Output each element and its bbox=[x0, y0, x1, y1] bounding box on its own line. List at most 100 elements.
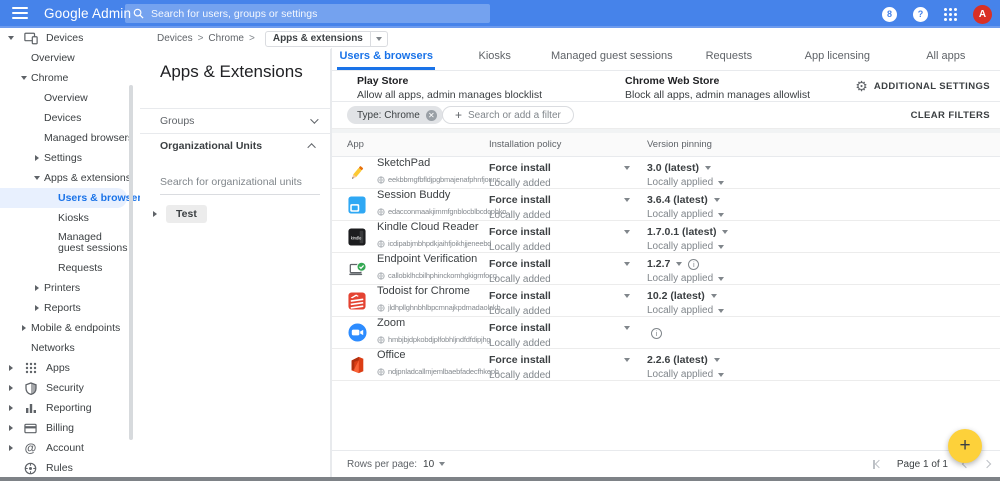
chevron-down-icon[interactable] bbox=[624, 358, 630, 362]
sidebar-item-devices[interactable]: Devices bbox=[0, 28, 140, 48]
chevron-right-icon bbox=[19, 325, 29, 331]
table-row-kindle-cloud-reader: kindleKindle Cloud Readericdipabjmbhpdkj… bbox=[332, 221, 1000, 253]
topbar: Google Admin 8 ? A bbox=[0, 0, 1000, 28]
sidebar-item-managed-browsers[interactable]: Managed browsers bbox=[0, 128, 140, 148]
sidebar-item-rules[interactable]: Rules bbox=[0, 458, 140, 477]
chevron-down-icon[interactable] bbox=[718, 213, 724, 217]
sidebar-item-billing[interactable]: Billing bbox=[0, 418, 140, 438]
admin-search[interactable] bbox=[125, 4, 490, 23]
info-icon[interactable]: i bbox=[651, 328, 662, 339]
version-value[interactable]: 3.6.4 (latest) bbox=[647, 194, 708, 206]
org-unit-search[interactable] bbox=[160, 172, 320, 195]
org-units-label: Organizational Units bbox=[160, 140, 262, 152]
chevron-down-icon[interactable] bbox=[718, 181, 724, 185]
info-icon[interactable]: i bbox=[688, 259, 699, 270]
chevron-down-icon[interactable] bbox=[624, 326, 630, 330]
app-launcher-icon[interactable] bbox=[944, 8, 957, 21]
app-cell: Endpoint Verificationcallobklhcbilhphinc… bbox=[347, 253, 489, 284]
rows-per-page-select[interactable]: 10 bbox=[423, 459, 445, 470]
sidebar-item-overview[interactable]: Overview bbox=[0, 88, 140, 108]
avatar[interactable]: A bbox=[973, 5, 992, 24]
chevron-down-icon[interactable] bbox=[718, 373, 724, 377]
sidebar-item-networks[interactable]: Networks bbox=[0, 338, 140, 358]
chevron-down-icon[interactable] bbox=[624, 198, 630, 202]
chevron-down-icon[interactable] bbox=[624, 166, 630, 170]
org-units-section-toggle[interactable]: Organizational Units bbox=[140, 134, 330, 158]
tab-app-licensing[interactable]: App licensing bbox=[783, 48, 891, 70]
chevron-down-icon[interactable] bbox=[718, 309, 724, 313]
version-value[interactable]: 3.0 (latest) bbox=[647, 162, 699, 174]
version-value[interactable]: 10.2 (latest) bbox=[647, 290, 705, 302]
remove-filter-icon[interactable]: ✕ bbox=[426, 110, 437, 121]
version-value[interactable]: 2.2.6 (latest) bbox=[647, 354, 708, 366]
sidebar-item-kiosks[interactable]: Kiosks bbox=[0, 208, 140, 228]
next-page-button[interactable] bbox=[983, 460, 991, 468]
tab-kiosks[interactable]: Kiosks bbox=[440, 48, 548, 70]
tab-requests[interactable]: Requests bbox=[675, 48, 783, 70]
sidebar-item-managed-guest-sessions[interactable]: Managed guest sessions bbox=[0, 228, 140, 258]
sidebar-item-settings[interactable]: Settings bbox=[0, 148, 140, 168]
chevron-down-icon[interactable] bbox=[714, 358, 720, 362]
chrome-web-store-setting[interactable]: Chrome Web Store Block all apps, admin m… bbox=[625, 75, 810, 101]
chevron-down-icon[interactable] bbox=[711, 294, 717, 298]
version-apply-mode[interactable]: Locally applied bbox=[647, 273, 713, 284]
chevron-down-icon[interactable] bbox=[624, 262, 630, 266]
version-value[interactable]: 1.7.0.1 (latest) bbox=[647, 226, 716, 238]
breadcrumb-link-devices[interactable]: Devices bbox=[157, 33, 193, 44]
first-page-button[interactable] bbox=[873, 460, 882, 469]
tab-users-browsers[interactable]: Users & browsers bbox=[332, 48, 440, 70]
chevron-down-icon[interactable] bbox=[722, 230, 728, 234]
version-apply-mode[interactable]: Locally applied bbox=[647, 241, 713, 252]
org-unit-search-input[interactable] bbox=[160, 176, 320, 188]
chevron-down-icon[interactable] bbox=[714, 198, 720, 202]
sidebar-item-apps-extensions[interactable]: Apps & extensions bbox=[0, 168, 140, 188]
todoist-for-chrome-icon bbox=[347, 291, 367, 311]
notifications-icon[interactable]: 8 bbox=[882, 7, 897, 22]
breadcrumb-current-dropdown[interactable]: Apps & extensions bbox=[265, 31, 388, 47]
tab-label: Users & browsers bbox=[337, 50, 435, 70]
sidebar-item-apps[interactable]: Apps bbox=[0, 358, 140, 378]
sidebar-item-users-browsers[interactable]: Users & browsers bbox=[0, 188, 127, 208]
additional-settings-button[interactable]: ⚙ ADDITIONAL SETTINGS bbox=[855, 79, 990, 93]
app-cell: Todoist for Chromejldhpllghnbhlbpcmnajkp… bbox=[347, 285, 489, 316]
version-value[interactable]: 1.2.7 bbox=[647, 258, 670, 270]
sidebar-item-printers[interactable]: Printers bbox=[0, 278, 140, 298]
sidebar-item-security[interactable]: Security bbox=[0, 378, 140, 398]
table-row-zoom: ZoomhmbjbjdpkobdjplfobhljndfdfdipjhgForc… bbox=[332, 317, 1000, 349]
policy-source: Locally added bbox=[489, 338, 647, 349]
filter-chip-type-chrome[interactable]: Type: Chrome ✕ bbox=[347, 106, 443, 124]
search-input[interactable] bbox=[151, 8, 482, 20]
tab-managed-guest-sessions[interactable]: Managed guest sessions bbox=[549, 48, 675, 70]
sidebar-item-chrome[interactable]: Chrome bbox=[0, 68, 140, 88]
chevron-down-icon[interactable] bbox=[676, 262, 682, 266]
org-unit-item-test[interactable]: Test bbox=[150, 205, 330, 223]
sidebar-item-requests[interactable]: Requests bbox=[0, 258, 140, 278]
play-store-setting[interactable]: Play Store Allow all apps, admin manages… bbox=[357, 75, 542, 101]
version-apply-mode[interactable]: Locally applied bbox=[647, 177, 713, 188]
breadcrumb-link-chrome[interactable]: Chrome bbox=[208, 33, 244, 44]
sidebar-item-overview[interactable]: Overview bbox=[0, 48, 140, 68]
add-app-fab[interactable]: + bbox=[948, 429, 982, 463]
menu-icon[interactable] bbox=[12, 7, 28, 19]
chevron-down-icon[interactable] bbox=[624, 294, 630, 298]
brand-logo: Google Admin bbox=[44, 6, 131, 21]
sidebar-item-reports[interactable]: Reports bbox=[0, 298, 140, 318]
version-apply-mode[interactable]: Locally applied bbox=[647, 369, 713, 380]
store-settings: Play Store Allow all apps, admin manages… bbox=[332, 71, 1000, 102]
version-apply-mode[interactable]: Locally applied bbox=[647, 305, 713, 316]
add-filter-button[interactable]: + Search or add a filter bbox=[442, 106, 574, 124]
sidebar-item-reporting[interactable]: Reporting bbox=[0, 398, 140, 418]
sidebar-item-devices[interactable]: Devices bbox=[0, 108, 140, 128]
tab-all-apps[interactable]: All apps bbox=[892, 48, 1000, 70]
version-apply-mode[interactable]: Locally applied bbox=[647, 209, 713, 220]
chevron-down-icon[interactable] bbox=[624, 230, 630, 234]
help-icon[interactable]: ? bbox=[913, 7, 928, 22]
sidebar-item-account[interactable]: @Account bbox=[0, 438, 140, 458]
sidebar-item-mobile-endpoints[interactable]: Mobile & endpoints bbox=[0, 318, 140, 338]
chevron-down-icon[interactable] bbox=[718, 277, 724, 281]
groups-section-toggle[interactable]: Groups bbox=[140, 109, 330, 133]
chevron-down-icon[interactable] bbox=[705, 166, 711, 170]
sidebar-scrollbar[interactable] bbox=[129, 85, 133, 440]
chevron-down-icon[interactable] bbox=[718, 245, 724, 249]
clear-filters-button[interactable]: CLEAR FILTERS bbox=[911, 110, 990, 121]
